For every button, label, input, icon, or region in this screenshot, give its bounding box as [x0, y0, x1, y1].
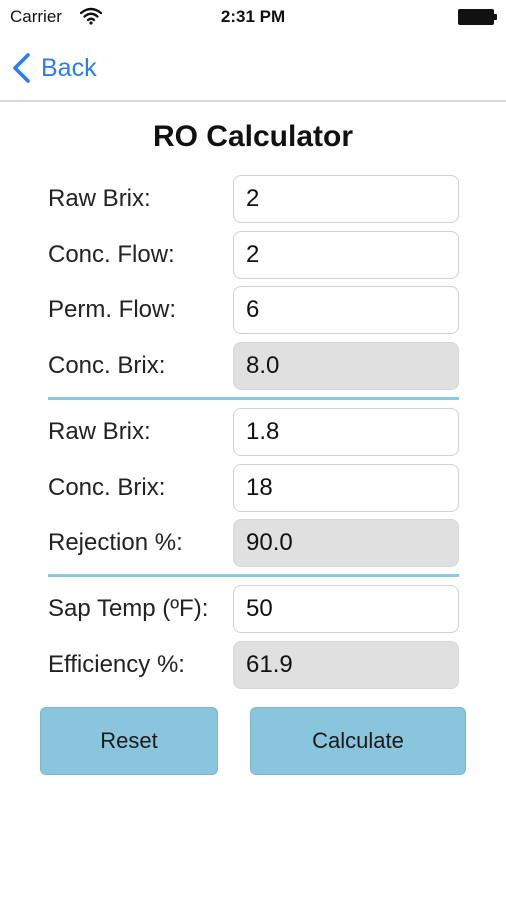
status-time: 2:31 PM [220, 7, 286, 26]
perm-flow-row: Perm. Flow: [0, 286, 506, 336]
rejection-label: Rejection %: [48, 529, 183, 556]
section-divider-2 [48, 574, 459, 577]
chevron-left-icon [13, 53, 30, 83]
efficiency-result-row: Efficiency %: [0, 641, 506, 691]
sap-temp-input[interactable] [233, 585, 459, 633]
perm-flow-label: Perm. Flow: [48, 296, 177, 323]
status-bar: Carrier 2:31 PM [0, 0, 506, 36]
conc-brix-input-2[interactable] [233, 464, 459, 512]
raw-brix-label-2: Raw Brix: [48, 418, 151, 445]
sap-temp-row: Sap Temp (ºF): [0, 585, 506, 635]
raw-brix-row-1: Raw Brix: [0, 175, 506, 225]
page-title: RO Calculator [152, 120, 354, 153]
conc-brix-output [233, 342, 459, 390]
conc-flow-label: Conc. Flow: [48, 241, 175, 268]
conc-flow-row: Conc. Flow: [0, 231, 506, 281]
efficiency-output [233, 641, 459, 689]
efficiency-label: Efficiency %: [48, 651, 185, 678]
raw-brix-row-2: Raw Brix: [0, 408, 506, 458]
conc-brix-result-row: Conc. Brix: [0, 342, 506, 392]
raw-brix-label: Raw Brix: [48, 185, 151, 212]
back-button[interactable]: Back [10, 48, 97, 88]
conc-brix-label-2: Conc. Brix: [48, 474, 166, 501]
section-divider-1 [48, 397, 459, 400]
perm-flow-input[interactable] [233, 286, 459, 334]
calculate-button[interactable]: Calculate [250, 707, 466, 775]
battery-icon [458, 9, 498, 25]
conc-flow-input[interactable] [233, 231, 459, 279]
conc-brix-label: Conc. Brix: [48, 352, 166, 379]
navigation-bar: Back [0, 36, 506, 102]
sap-temp-label: Sap Temp (ºF): [48, 595, 209, 622]
reset-button[interactable]: Reset [40, 707, 218, 775]
rejection-output [233, 519, 459, 567]
back-label: Back [41, 53, 97, 82]
conc-brix-row-2: Conc. Brix: [0, 464, 506, 514]
raw-brix-input-2[interactable] [233, 408, 459, 456]
rejection-result-row: Rejection %: [0, 519, 506, 569]
raw-brix-input[interactable] [233, 175, 459, 223]
